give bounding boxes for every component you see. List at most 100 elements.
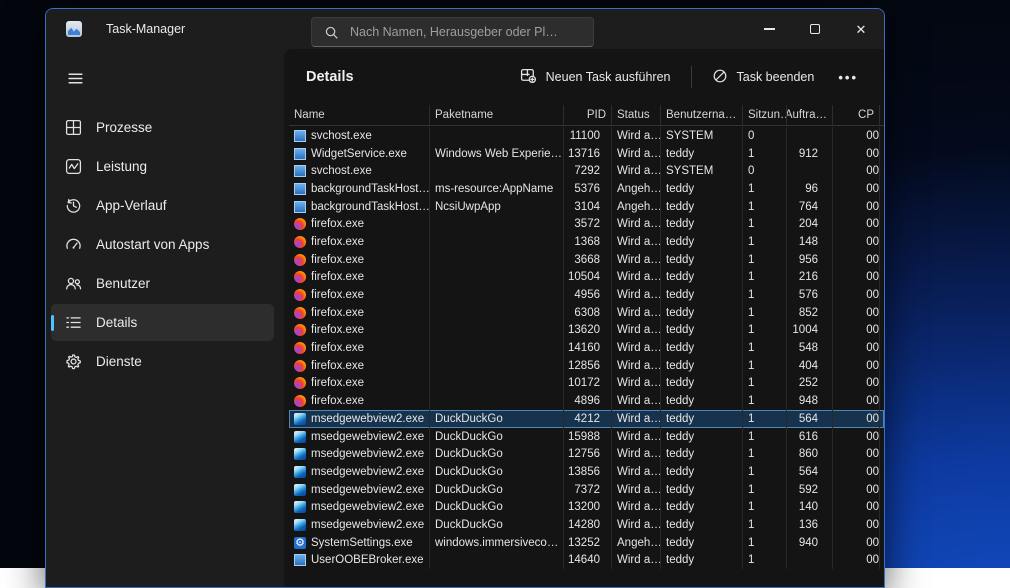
table-row[interactable]: firefox.exe 12856 Wird a… teddy 1 404 00: [289, 356, 884, 375]
firefox-icon: [294, 342, 306, 355]
cell-pkg: DuckDuckGo: [430, 427, 564, 446]
search-placeholder: Nach Namen, Herausgeber oder Pl…: [350, 25, 558, 39]
process-name: msedgewebview2.exe: [311, 412, 425, 425]
cell-session: 1: [743, 339, 787, 357]
table-row[interactable]: SystemSettings.exe windows.immersiveco… 13…: [289, 533, 884, 552]
cell-pid: 14160: [564, 339, 612, 357]
table-row[interactable]: firefox.exe 14160 Wird a… teddy 1 548 00: [289, 339, 884, 357]
cell-job: 576: [787, 286, 833, 304]
cell-pkg: DuckDuckGo: [430, 480, 564, 499]
cell-value: 10172: [568, 377, 600, 390]
cell-user: teddy: [661, 303, 743, 322]
cell-pid: 12756: [564, 445, 612, 464]
cell-pkg: [430, 392, 564, 410]
column-header-cpu[interactable]: CP: [833, 105, 880, 125]
sidebar-item-app-verlauf[interactable]: App-Verlauf: [51, 187, 274, 224]
window-title: Task-Manager: [106, 22, 186, 36]
sidebar-item-benutzer[interactable]: Benutzer: [51, 265, 274, 302]
column-header-user[interactable]: Benutzerna…: [661, 105, 743, 125]
table-row[interactable]: msedgewebview2.exe DuckDuckGo 14280 Wird a……: [289, 516, 884, 534]
cell-job: 860: [787, 445, 833, 464]
cell-cpu: 00: [833, 551, 880, 570]
table-row[interactable]: firefox.exe 1368 Wird a… teddy 1 148 00: [289, 233, 884, 251]
cell-value: 1368: [574, 235, 600, 248]
table-row[interactable]: firefox.exe 10172 Wird a… teddy 1 252 00: [289, 374, 884, 393]
table-row[interactable]: UserOOBEBroker.exe 14640 Wird a… teddy 1 00: [289, 551, 884, 570]
cell-value: 860: [798, 448, 818, 461]
cell-value: Wird a…: [617, 306, 661, 319]
process-name: backgroundTaskHost…: [311, 200, 430, 213]
menu-toggle-button[interactable]: [60, 65, 90, 91]
column-header-name[interactable]: Name: [289, 105, 430, 125]
firefox-icon: [294, 218, 306, 231]
sidebar-item-label: Prozesse: [96, 120, 153, 135]
table-row[interactable]: WidgetService.exe Windows Web Experie… 137…: [289, 144, 884, 163]
cell-value: teddy: [666, 289, 695, 302]
table-row[interactable]: firefox.exe 6308 Wird a… teddy 1 852 00: [289, 303, 884, 322]
column-header-pkg[interactable]: Paketname: [430, 105, 564, 125]
run-new-task-button[interactable]: Neuen Task ausführen: [508, 60, 683, 94]
cell-pid: 15988: [564, 427, 612, 446]
edge-webview-icon: [294, 465, 306, 478]
cell-name: firefox.exe: [289, 286, 430, 304]
cell-name: msedgewebview2.exe: [289, 427, 430, 446]
cell-value: NcsiUwpApp: [435, 200, 501, 213]
column-header-status[interactable]: Status: [612, 105, 661, 125]
table-row[interactable]: msedgewebview2.exe DuckDuckGo 15988 Wird a……: [289, 427, 884, 446]
cell-session: 1: [743, 533, 787, 552]
cell-cpu: 00: [833, 445, 880, 464]
cell-value: teddy: [666, 253, 695, 266]
cell-value: 00: [866, 182, 879, 195]
cell-value: Windows Web Experie…: [435, 147, 562, 160]
cell-name: msedgewebview2.exe: [289, 480, 430, 499]
cell-pid: 13620: [564, 321, 612, 340]
table-row[interactable]: msedgewebview2.exe DuckDuckGo 12756 Wird a……: [289, 445, 884, 464]
cell-pid: 13716: [564, 144, 612, 163]
cell-job: 252: [787, 374, 833, 393]
run-new-task-label: Neuen Task ausführen: [545, 70, 671, 84]
column-header-session[interactable]: Sitzun…: [743, 105, 787, 125]
table-row[interactable]: firefox.exe 4896 Wird a… teddy 1 948 00: [289, 392, 884, 410]
sidebar-item-prozesse[interactable]: Prozesse: [51, 109, 274, 146]
table-row[interactable]: firefox.exe 4956 Wird a… teddy 1 576 00: [289, 286, 884, 304]
minimize-button[interactable]: [746, 9, 792, 49]
table-row[interactable]: msedgewebview2.exe DuckDuckGo 7372 Wird a… t…: [289, 480, 884, 499]
table-row[interactable]: backgroundTaskHost… NcsiUwpApp 3104 Angeh… t…: [289, 197, 884, 216]
table-row[interactable]: backgroundTaskHost… ms-resource:AppName 53…: [289, 180, 884, 198]
end-task-button[interactable]: Task beenden: [700, 61, 827, 94]
maximize-button[interactable]: [792, 9, 838, 49]
sidebar-item-dienste[interactable]: Dienste: [51, 343, 274, 380]
cell-status: Wird a…: [612, 250, 661, 269]
cell-name: msedgewebview2.exe: [289, 463, 430, 481]
cell-value: 1: [748, 465, 755, 478]
cell-value: 3668: [574, 253, 600, 266]
default-exe-icon: [294, 165, 306, 178]
sidebar-item-leistung[interactable]: Leistung: [51, 148, 274, 185]
table-row[interactable]: firefox.exe 3572 Wird a… teddy 1 204 00: [289, 215, 884, 234]
table-row[interactable]: msedgewebview2.exe DuckDuckGo 13200 Wird a……: [289, 498, 884, 517]
table-row[interactable]: firefox.exe 13620 Wird a… teddy 1 1004 00: [289, 321, 884, 340]
cell-value: 948: [798, 395, 818, 408]
column-header-job[interactable]: Auftra…: [787, 105, 833, 125]
more-options-button[interactable]: •••: [826, 63, 870, 92]
table-row[interactable]: msedgewebview2.exe DuckDuckGo 13856 Wird a……: [289, 463, 884, 481]
toolbar-actions: Neuen Task ausführen Task beenden •••: [508, 60, 870, 94]
sidebar-item-details[interactable]: Details: [51, 304, 274, 341]
table-row[interactable]: msedgewebview2.exe DuckDuckGo 4212 Wird a… t…: [289, 410, 884, 428]
cell-value: DuckDuckGo: [435, 430, 503, 443]
table-row[interactable]: firefox.exe 3668 Wird a… teddy 1 956 00: [289, 250, 884, 269]
cell-user: teddy: [661, 374, 743, 393]
history-icon: [64, 197, 82, 215]
cell-session: 1: [743, 410, 787, 428]
table-row[interactable]: svchost.exe 11100 Wird a… SYSTEM 0 00: [289, 127, 884, 145]
cell-name: msedgewebview2.exe: [289, 498, 430, 517]
table-row[interactable]: firefox.exe 10504 Wird a… teddy 1 216 00: [289, 268, 884, 287]
close-button[interactable]: ✕: [838, 9, 884, 49]
column-header-pid[interactable]: PID: [564, 105, 612, 125]
search-input[interactable]: Nach Namen, Herausgeber oder Pl…: [311, 17, 594, 47]
page-title: Details: [306, 69, 354, 85]
cell-value: 00: [866, 129, 879, 142]
cell-value: teddy: [666, 147, 695, 160]
table-row[interactable]: svchost.exe 7292 Wird a… SYSTEM 0 00: [289, 162, 884, 181]
sidebar-item-autostart[interactable]: Autostart von Apps: [51, 226, 274, 263]
